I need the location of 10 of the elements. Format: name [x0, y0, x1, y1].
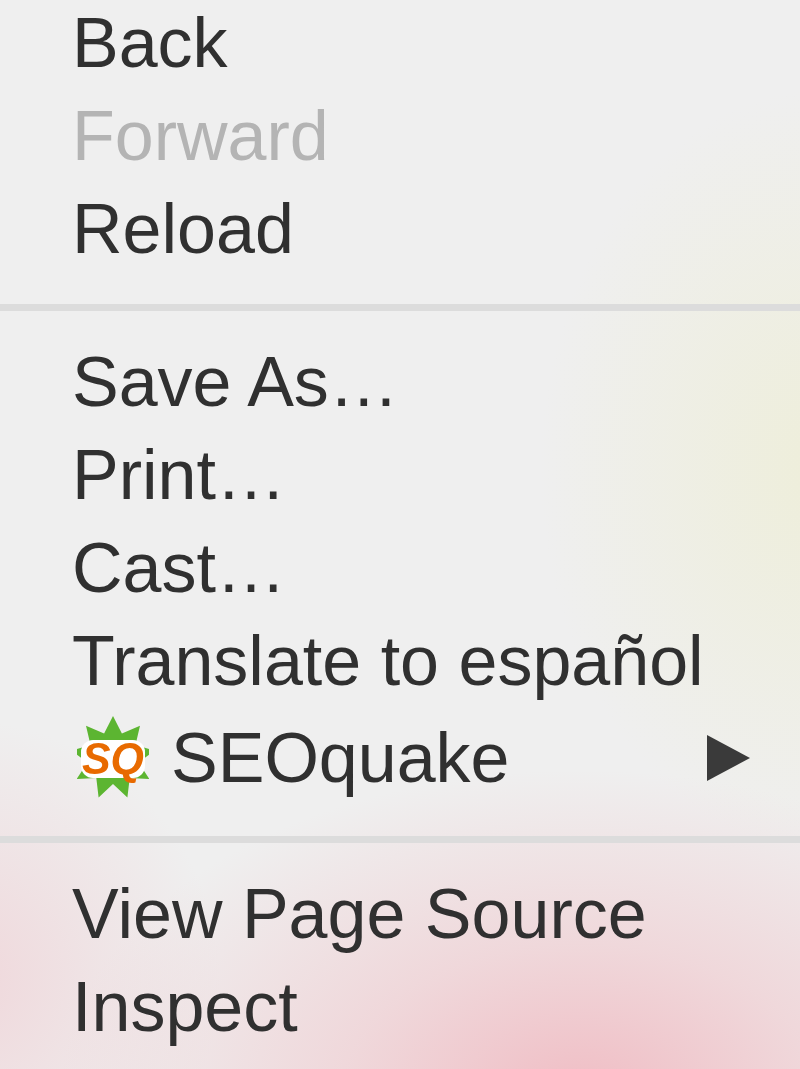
menu-item[interactable]: Cast… [0, 522, 800, 615]
starburst-logo-icon: SQ [77, 716, 149, 800]
menu-item[interactable]: SQ SEOquake [0, 708, 800, 808]
menu-item[interactable]: Back [0, 0, 800, 90]
menu-item[interactable]: Reload [0, 183, 800, 276]
menu-item[interactable]: Save As… [0, 336, 800, 429]
menu-item[interactable]: Print… [0, 429, 800, 522]
menu-item[interactable]: View Page Source [0, 868, 800, 961]
menu-item[interactable]: Translate to español [0, 615, 800, 708]
menu-item[interactable]: Inspect [0, 961, 800, 1054]
